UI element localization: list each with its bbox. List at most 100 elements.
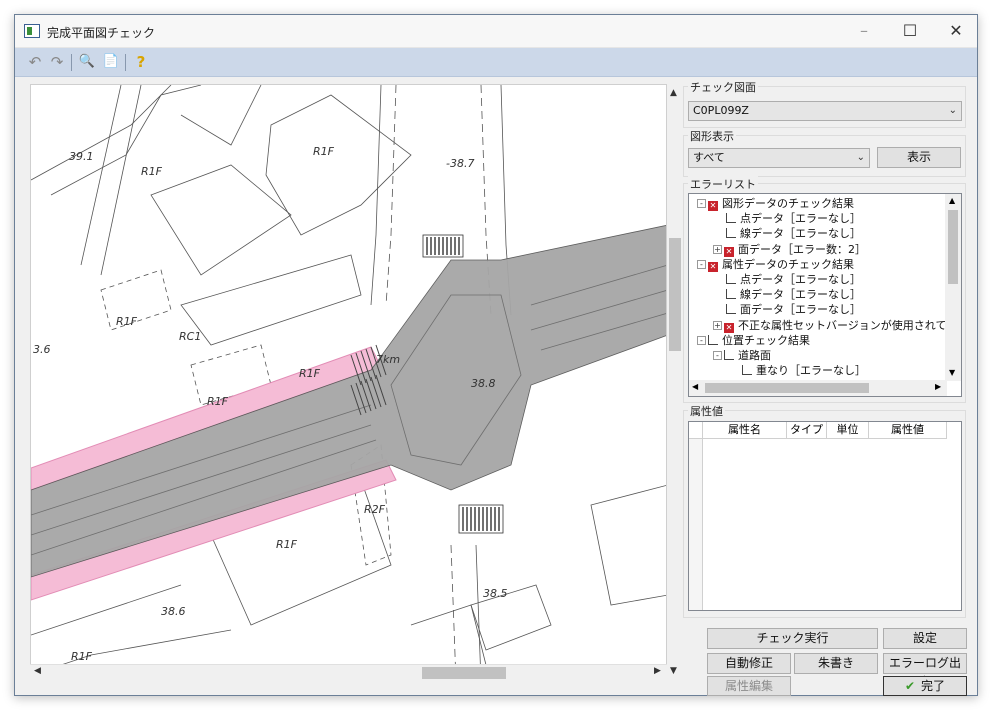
tree-item[interactable]: 面データ［エラーなし］ xyxy=(713,302,861,317)
tree-item[interactable]: 点データ［エラーなし］ xyxy=(713,211,861,226)
red-pen-button[interactable]: 朱書き xyxy=(794,653,878,674)
ok-icon xyxy=(726,274,736,284)
map-label: R1F xyxy=(276,538,298,551)
scroll-right-icon[interactable]: ▶ xyxy=(654,666,661,676)
tree-item[interactable]: + ✕ 面データ［エラー数：2］ xyxy=(713,242,866,257)
crosswalk-top xyxy=(422,234,464,258)
map-label: R1F xyxy=(71,650,93,663)
help-icon[interactable]: ? xyxy=(131,52,151,72)
tree-item[interactable]: - ✕ 図形データのチェック結果 xyxy=(697,196,854,211)
scroll-left-icon[interactable]: ◀ xyxy=(34,666,41,676)
check-drawing-select[interactable]: C0PL099Z ⌄ xyxy=(688,101,962,121)
undo-icon[interactable]: ↶ xyxy=(25,52,45,72)
tree-vertical-scrollbar[interactable]: ▲ ▼ xyxy=(945,194,961,381)
map-view[interactable]: 39.1 R1F R1F -38.7 R1F RC1 R1F R1F R2F R… xyxy=(30,84,667,681)
collapse-icon[interactable]: - xyxy=(697,259,706,269)
edit-attributes-button[interactable]: 属性編集 xyxy=(707,676,791,696)
tree-item-label: 属性データのチェック結果 xyxy=(722,257,854,271)
display-button[interactable]: 表示 xyxy=(877,147,961,168)
scroll-up-icon[interactable]: ▲ xyxy=(949,196,955,205)
ok-icon xyxy=(726,304,736,315)
settings-button[interactable]: 設定 xyxy=(883,628,967,649)
error-icon: ✕ xyxy=(708,261,718,272)
tree-item[interactable]: 線データ［エラーなし］ xyxy=(713,226,861,241)
title-bar: 完成平面図チェック – ☐ ✕ xyxy=(15,15,977,48)
expand-icon[interactable]: + xyxy=(713,320,722,330)
attribute-grid[interactable]: 属性名 タイプ 単位 属性値 xyxy=(688,421,962,611)
map-vertical-scrollbar[interactable]: ▲ ▼ xyxy=(667,84,683,681)
map-label: RC1 xyxy=(179,330,201,343)
expand-icon[interactable]: + xyxy=(713,244,722,254)
shape-display-select[interactable]: すべて ⌄ xyxy=(688,148,870,168)
scroll-thumb[interactable] xyxy=(669,238,681,351)
collapse-icon[interactable]: - xyxy=(697,335,706,345)
tree-item-label: 線データ［エラーなし］ xyxy=(740,227,861,241)
collapse-icon[interactable]: - xyxy=(697,199,706,208)
check-drawing-value: C0PL099Z xyxy=(693,104,749,117)
scroll-up-icon[interactable]: ▲ xyxy=(670,88,677,98)
scroll-right-icon[interactable]: ▶ xyxy=(935,382,941,391)
shape-display-value: すべて xyxy=(693,151,725,164)
map-label: 3.6 xyxy=(33,343,51,356)
scroll-down-icon[interactable]: ▼ xyxy=(949,368,955,377)
error-log-button[interactable]: エラーログ出力 xyxy=(883,653,967,689)
run-check-button[interactable]: チェック実行 xyxy=(707,628,878,649)
done-label: 完了 xyxy=(921,679,946,693)
tree-item-label: 図形データのチェック結果 xyxy=(722,197,854,210)
column-header-type[interactable]: タイプ xyxy=(787,422,827,439)
tree-item[interactable]: + ✕ 不正な属性セットバージョンが使用されてい xyxy=(713,318,957,333)
scroll-thumb[interactable] xyxy=(705,383,869,393)
map-label: R1F xyxy=(141,165,163,178)
map-horizontal-scrollbar[interactable]: ◀ ▶ xyxy=(30,664,667,681)
redo-icon[interactable]: ↷ xyxy=(47,52,67,72)
error-list-group: エラーリスト - ✕ 図形データのチェック結果 点データ［エラーなし］ 線データ［エラー… xyxy=(683,176,966,403)
scroll-down-icon[interactable]: ▼ xyxy=(670,666,677,676)
column-header-unit[interactable]: 単位 xyxy=(827,422,869,439)
map-label: -38.7 xyxy=(446,157,474,170)
map-label: 7km xyxy=(376,353,400,366)
tree-item[interactable]: 線データ［エラーなし］ xyxy=(713,287,861,302)
auto-fix-button[interactable]: 自動修正 xyxy=(707,653,791,674)
error-tree[interactable]: - ✕ 図形データのチェック結果 点データ［エラーなし］ 線データ［エラーなし］ + ✕ 面デ… xyxy=(688,193,962,397)
crosswalk-bottom xyxy=(458,504,504,534)
tree-item-label: 点データ［エラーなし］ xyxy=(740,212,861,226)
tree-item[interactable]: - 道路面 xyxy=(713,348,771,363)
ok-icon xyxy=(726,289,736,300)
ok-icon xyxy=(708,334,718,345)
scroll-thumb[interactable] xyxy=(422,667,506,679)
shape-display-group: 図形表示 すべて ⌄ 表示 xyxy=(683,128,966,177)
column-header-value[interactable]: 属性値 xyxy=(869,422,947,439)
maximize-button[interactable]: ☐ xyxy=(887,15,933,48)
check-icon: ✔ xyxy=(904,679,916,693)
map-label: 38.6 xyxy=(161,605,186,618)
ok-icon xyxy=(726,213,736,224)
document-icon[interactable]: 📄 xyxy=(101,52,121,72)
map-label: R1F xyxy=(299,367,321,380)
minimize-button[interactable]: – xyxy=(841,15,887,48)
app-icon xyxy=(24,24,40,38)
map-canvas[interactable]: 39.1 R1F R1F -38.7 R1F RC1 R1F R1F R2F R… xyxy=(31,85,667,681)
tree-item-label: 面データ［エラー数：2］ xyxy=(738,242,866,256)
scroll-left-icon[interactable]: ◀ xyxy=(692,382,698,391)
error-icon: ✕ xyxy=(724,322,734,333)
scroll-thumb[interactable] xyxy=(948,210,958,284)
ok-icon xyxy=(724,350,734,360)
check-drawing-label: チェック図面 xyxy=(688,79,758,95)
toolbar: ↶ ↷ 🔍 📄 ? xyxy=(15,48,977,77)
close-button[interactable]: ✕ xyxy=(933,15,979,48)
tree-item[interactable]: - ✕ 属性データのチェック結果 xyxy=(697,257,854,272)
tree-item[interactable]: 点データ［エラーなし］ xyxy=(713,272,861,287)
column-header-name[interactable]: 属性名 xyxy=(703,422,787,439)
tree-item[interactable]: 重なり［エラーなし］ xyxy=(729,363,866,378)
error-list-label: エラーリスト xyxy=(688,176,758,192)
error-icon: ✕ xyxy=(708,201,718,211)
tree-horizontal-scrollbar[interactable]: ◀ ▶ xyxy=(689,380,947,396)
road-surface[interactable] xyxy=(31,225,667,578)
zoom-icon[interactable]: 🔍 xyxy=(77,52,97,72)
collapse-icon[interactable]: - xyxy=(713,351,722,360)
done-button[interactable]: ✔ 完了 xyxy=(883,676,967,696)
attributes-label: 属性値 xyxy=(688,403,725,419)
row-header-column xyxy=(689,439,703,610)
tree-item[interactable]: - 位置チェック結果 xyxy=(697,333,810,348)
tree-item-label: 線データ［エラーなし］ xyxy=(740,288,861,302)
